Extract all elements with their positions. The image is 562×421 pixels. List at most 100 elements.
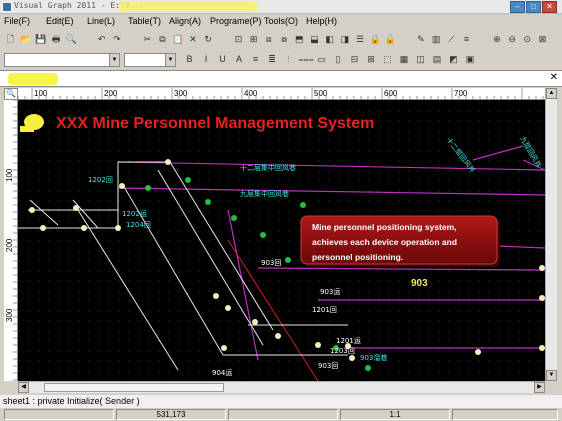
undo-icon[interactable]: ↶	[95, 33, 108, 46]
node	[145, 185, 151, 191]
label-1201-conveyor: 1201运	[336, 337, 361, 345]
paste-format-icon[interactable]: ⊞	[247, 33, 260, 46]
script-console[interactable]: sheet1 : private Initialize( Sender )	[0, 395, 562, 408]
node	[73, 205, 79, 211]
open-icon[interactable]: 📂	[19, 33, 32, 46]
chevron-down-icon: ▼	[165, 54, 175, 66]
drawing-canvas[interactable]: XXX Mine Personnel Management System 十二层…	[18, 100, 545, 381]
document-tab-strip: ✕	[0, 70, 562, 87]
redo-icon[interactable]: ↷	[110, 33, 123, 46]
fill-icon[interactable]: ▥	[430, 33, 443, 46]
send-backward-icon[interactable]: ◨	[338, 33, 351, 46]
node	[165, 159, 171, 165]
layers-icon[interactable]: ☰	[354, 33, 367, 46]
ruler-label: 200	[104, 89, 118, 98]
horizontal-scrollbar[interactable]: ◀ ▶	[18, 381, 545, 393]
cut-icon[interactable]: ✂	[141, 33, 154, 46]
node	[300, 202, 306, 208]
zoom-out-icon[interactable]: ⊖	[506, 33, 519, 46]
font-name-combo[interactable]: ▼	[4, 53, 120, 67]
horizontal-scroll-thumb[interactable]	[44, 383, 224, 392]
tab-sheet1[interactable]	[8, 73, 58, 85]
scroll-right-icon[interactable]: ▶	[534, 382, 545, 393]
menu-file[interactable]: File(F)	[4, 16, 30, 26]
paste-icon[interactable]: 📋	[171, 33, 184, 46]
merge-icon[interactable]: ⊟	[348, 53, 361, 66]
node	[285, 257, 291, 263]
border-icon[interactable]: ▭	[315, 53, 328, 66]
node	[185, 177, 191, 183]
align-right-icon[interactable]: ⫶	[282, 53, 295, 66]
ungroup-icon[interactable]: ⧇	[278, 33, 291, 46]
delete-icon[interactable]: ✕	[186, 33, 199, 46]
zoom-page-icon[interactable]: ⊠	[536, 33, 549, 46]
menu-edit[interactable]: Edit(E)	[46, 16, 74, 26]
menu-table[interactable]: Table(T)	[128, 16, 161, 26]
print-icon[interactable]: 🖶	[50, 33, 63, 46]
chevron-down-icon: ▼	[109, 54, 119, 66]
split-icon[interactable]: ⊞	[365, 53, 378, 66]
node	[213, 293, 219, 299]
line-color-icon[interactable]: ⟋	[445, 33, 458, 46]
columns-icon[interactable]: ◫	[414, 53, 427, 66]
cell-icon[interactable]: ▯	[332, 53, 345, 66]
label-12-return: 十二层集中回风巷	[240, 163, 296, 172]
ruler-corner-icon[interactable]: 🔍	[4, 88, 18, 100]
section-903-label: 903	[411, 278, 428, 289]
zoom-fit-icon[interactable]: ⊙	[521, 33, 534, 46]
node	[260, 232, 266, 238]
italic-icon[interactable]: I	[200, 53, 213, 66]
format-toolbar: ▼ ▼ B I U A ≡ ≣ ⫶ ⩶ ▭ ▯ ⊟ ⊞ ⬚ ▦ ◫ ▤ ◩ ▣	[0, 51, 562, 69]
front-icon[interactable]: ⬒	[293, 33, 306, 46]
back-icon[interactable]: ⬓	[308, 33, 321, 46]
save-icon[interactable]: 💾	[34, 33, 47, 46]
bring-forward-icon[interactable]: ◧	[323, 33, 336, 46]
shade-icon[interactable]: ◩	[447, 53, 460, 66]
frame-icon[interactable]: ⬚	[381, 53, 394, 66]
minimize-button[interactable]: –	[510, 1, 525, 13]
standard-toolbar: 🗋 📂 💾 🖶 🔍 ↶ ↷ ✂ ⧉ 📋 ✕ ↻ ⊡ ⊞ ⧈ ⧇ ⬒ ⬓ ◧ ◨ ☰ 🔒 🔓 ✎ ▥ ⟋ ≡ ⊕ ⊖ ⊙ ⊠	[0, 31, 562, 49]
node	[365, 365, 371, 371]
new-icon[interactable]: 🗋	[4, 33, 17, 46]
status-coords: 531,173	[116, 409, 226, 420]
history-icon[interactable]: ↻	[202, 33, 215, 46]
bold-icon[interactable]: B	[183, 53, 196, 66]
menu-align[interactable]: Align(A)	[169, 16, 201, 26]
close-button[interactable]: ✕	[542, 1, 557, 13]
unlock-icon[interactable]: 🔓	[384, 33, 397, 46]
pen-icon[interactable]: ✎	[414, 33, 427, 46]
scroll-up-icon[interactable]: ▲	[546, 88, 557, 99]
underline-icon[interactable]: U	[216, 53, 229, 66]
justify-icon[interactable]: ⩶	[299, 53, 314, 66]
label-903-chute: 903溜巷	[360, 353, 387, 362]
vertical-scrollbar[interactable]: ▲ ▼	[545, 88, 557, 381]
font-size-combo[interactable]: ▼	[124, 53, 176, 67]
maximize-button[interactable]: □	[526, 1, 541, 13]
menu-tools[interactable]: Tools(O)	[264, 16, 298, 26]
copy-format-icon[interactable]: ⊡	[232, 33, 245, 46]
label-903-conveyor: 903运	[320, 288, 340, 296]
menu-line[interactable]: Line(L)	[87, 16, 115, 26]
scroll-left-icon[interactable]: ◀	[18, 382, 29, 393]
rows-icon[interactable]: ▤	[431, 53, 444, 66]
node	[115, 225, 121, 231]
node	[275, 333, 281, 339]
menu-help[interactable]: Help(H)	[306, 16, 337, 26]
vertical-ruler: 100 200 300	[4, 100, 18, 381]
scroll-down-icon[interactable]: ▼	[546, 370, 557, 381]
select-icon[interactable]: ▣	[464, 53, 477, 66]
copy-icon[interactable]: ⧉	[156, 33, 169, 46]
close-tab-icon[interactable]: ✕	[550, 72, 558, 83]
zoom-in-icon[interactable]: ⊕	[490, 33, 503, 46]
font-color-icon[interactable]: A	[233, 53, 246, 66]
lock-icon[interactable]: 🔒	[369, 33, 382, 46]
preview-icon[interactable]: 🔍	[65, 33, 78, 46]
group-icon[interactable]: ⧈	[262, 33, 275, 46]
align-left-icon[interactable]: ≡	[249, 53, 262, 66]
line-style-icon[interactable]: ≡	[460, 33, 473, 46]
menu-programe[interactable]: Programe(P)	[210, 16, 262, 26]
node	[119, 183, 125, 189]
align-center-icon[interactable]: ≣	[266, 53, 279, 66]
table-icon[interactable]: ▦	[398, 53, 411, 66]
node	[252, 319, 258, 325]
